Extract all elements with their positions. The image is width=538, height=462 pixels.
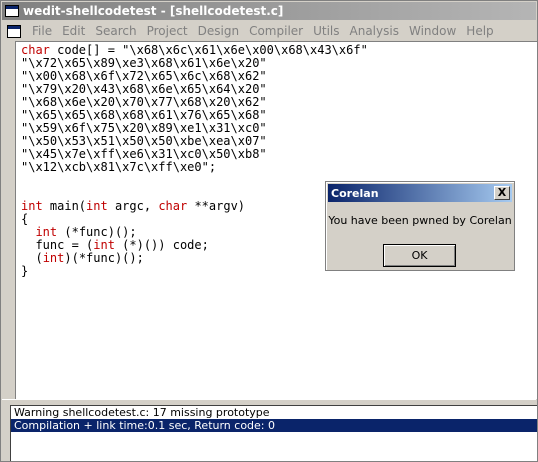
app-icon[interactable]	[5, 5, 19, 17]
output-line-compilation[interactable]: Compilation + link time:0.1 sec, Return …	[11, 419, 537, 432]
code-keyword: int	[21, 199, 43, 213]
code-text: "\x59\x6f\x75\x20\x89\xe1\x31\xc0"	[21, 121, 267, 135]
code-line[interactable]: (int)(*func)();	[21, 252, 368, 265]
menu-bar: File Edit Search Project Design Compiler…	[2, 21, 536, 41]
code-text: "\x72\x65\x89\xe3\x68\x61\x6e\x20"	[21, 56, 267, 70]
code-keyword: char	[158, 199, 188, 213]
code-text: "\x45\x7e\xff\xe6\x31\xc0\x50\xb8"	[21, 147, 267, 161]
code-line[interactable]: int main(int argc, char **argv)	[21, 200, 368, 213]
message-dialog: Corelan X You have been pwned by Corelan…	[325, 181, 515, 271]
menu-design[interactable]: Design	[193, 24, 244, 38]
dialog-message: You have been pwned by Corelan	[328, 214, 512, 227]
close-icon[interactable]: X	[494, 186, 510, 200]
code-line[interactable]: "\x12\xcb\x81\x7c\xff\xe0";	[21, 161, 368, 174]
dialog-title: Corelan	[331, 186, 379, 200]
menu-window[interactable]: Window	[404, 24, 461, 38]
code-keyword: int	[86, 199, 108, 213]
code-text: (	[21, 251, 43, 265]
code-text: "\x68\x6e\x20\x70\x77\x68\x20\x62"	[21, 95, 267, 109]
code-text: "\x12\xcb\x81\x7c\xff\xe0";	[21, 160, 217, 174]
code-text: func = (	[21, 238, 94, 252]
title-bar[interactable]: wedit-shellcodetest - [shellcodetest.c]	[2, 2, 536, 20]
wedit-window: wedit-shellcodetest - [shellcodetest.c] …	[0, 0, 538, 462]
ok-button[interactable]: OK	[383, 244, 456, 267]
menu-utils[interactable]: Utils	[308, 24, 344, 38]
window-title: wedit-shellcodetest - [shellcodetest.c]	[23, 4, 284, 18]
code-text: }	[21, 264, 29, 278]
code-text: "\x65\x65\x68\x68\x61\x76\x65\x68"	[21, 108, 267, 122]
code-text: code[] = "\x68\x6c\x61\x6e\x00\x68\x43\x…	[49, 43, 368, 57]
menu-analysis[interactable]: Analysis	[345, 24, 404, 38]
code-text: (*func)();	[57, 225, 137, 239]
code-keyword: int	[42, 251, 65, 265]
source-code[interactable]: char code[] = "\x68\x6c\x61\x6e\x00\x68\…	[21, 44, 368, 278]
dialog-title-bar[interactable]: Corelan X	[328, 184, 512, 202]
output-line-warning[interactable]: Warning shellcodetest.c: 17 missing prot…	[11, 406, 537, 419]
code-text: {	[21, 212, 29, 226]
menu-compiler[interactable]: Compiler	[244, 24, 308, 38]
code-text: argc,	[107, 199, 159, 213]
menu-project[interactable]: Project	[142, 24, 193, 38]
code-text: "\x00\x68\x6f\x72\x65\x6c\x68\x62"	[21, 69, 267, 83]
output-pane[interactable]: Warning shellcodetest.c: 17 missing prot…	[10, 405, 537, 461]
code-line[interactable]	[21, 174, 368, 187]
code-text: main(	[42, 199, 87, 213]
code-text: "\x50\x53\x51\x50\x50\xbe\xea\x07"	[21, 134, 267, 148]
code-text: )(*func)();	[64, 251, 144, 265]
menu-edit[interactable]: Edit	[57, 24, 90, 38]
code-keyword: int	[35, 225, 58, 239]
code-text: "\x79\x20\x43\x68\x6e\x65\x64\x20"	[21, 82, 267, 96]
code-keyword: int	[93, 238, 115, 252]
document-icon[interactable]	[7, 24, 21, 38]
code-line[interactable]: }	[21, 265, 368, 278]
code-text: (*)()) code;	[114, 238, 209, 252]
code-text: **argv)	[187, 199, 246, 213]
menu-search[interactable]: Search	[90, 24, 141, 38]
menu-help[interactable]: Help	[461, 24, 498, 38]
menu-file[interactable]: File	[27, 24, 57, 38]
code-keyword: char	[21, 43, 50, 57]
